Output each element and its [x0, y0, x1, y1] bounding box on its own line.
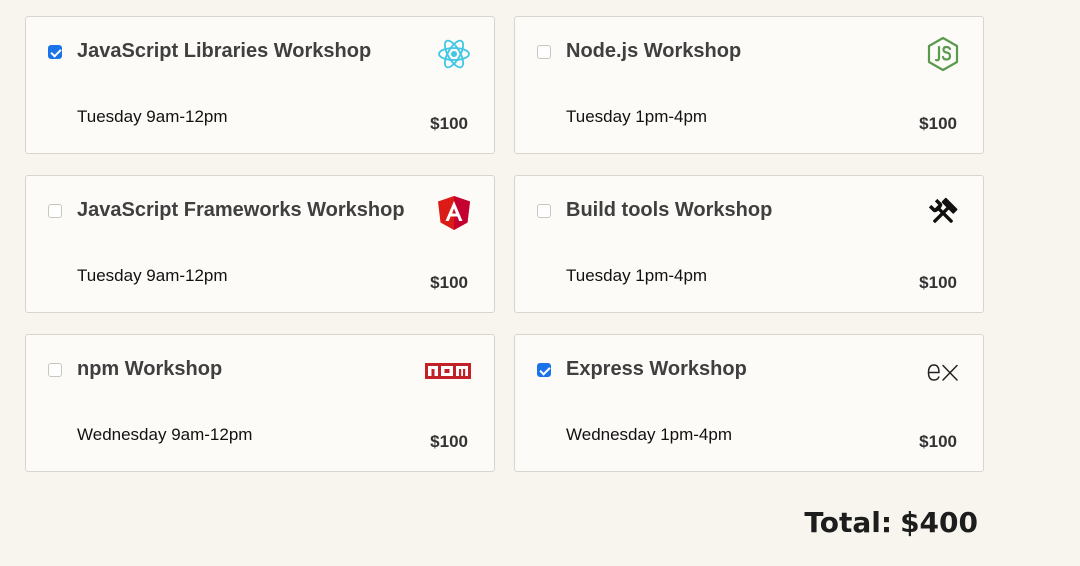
workshop-time: Tuesday 1pm-4pm — [566, 266, 708, 285]
react-icon — [436, 36, 472, 72]
workshop-checkbox[interactable] — [537, 204, 551, 218]
workshop-grid: JavaScript Libraries Workshop Tuesday 9a… — [25, 16, 984, 472]
workshop-price: $100 — [430, 273, 468, 292]
workshop-title: Express Workshop — [566, 358, 747, 380]
total-value: $400 — [900, 506, 978, 539]
workshop-card-npm[interactable]: npm Workshop Wednesday 9am-12pm $100 — [25, 334, 495, 472]
workshop-checkbox[interactable] — [48, 45, 62, 59]
workshop-price: $100 — [919, 114, 957, 133]
workshop-title: npm Workshop — [77, 358, 223, 380]
total-label: Total: — [804, 506, 893, 539]
workshop-title: JavaScript Libraries Workshop — [77, 40, 372, 62]
workshop-card-express[interactable]: Express Workshop Wednesday 1pm-4pm $100 — [514, 334, 984, 472]
workshop-card-nodejs[interactable]: Node.js Workshop Tuesday 1pm-4pm $100 — [514, 16, 984, 154]
workshop-title: JavaScript Frameworks Workshop — [77, 199, 405, 221]
workshop-card-javascript-libraries[interactable]: JavaScript Libraries Workshop Tuesday 9a… — [25, 16, 495, 154]
workshop-price: $100 — [430, 114, 468, 133]
nodejs-icon — [925, 36, 961, 72]
workshop-checkbox[interactable] — [48, 204, 62, 218]
workshop-title: Build tools Workshop — [566, 199, 773, 221]
workshop-time: Tuesday 9am-12pm — [77, 266, 228, 285]
workshop-price: $100 — [919, 432, 957, 451]
workshop-checkbox[interactable] — [537, 363, 551, 377]
workshop-price: $100 — [430, 432, 468, 451]
workshop-checkbox[interactable] — [537, 45, 551, 59]
workshop-card-build-tools[interactable]: Build tools Workshop Tuesday 1pm-4pm $10… — [514, 175, 984, 313]
workshop-title: Node.js Workshop — [566, 40, 742, 62]
hammer-wrench-icon — [925, 195, 961, 231]
express-icon — [925, 354, 961, 390]
angular-icon — [436, 195, 472, 231]
workshop-time: Wednesday 9am-12pm — [77, 425, 253, 444]
workshop-checkbox[interactable] — [48, 363, 62, 377]
workshop-price: $100 — [919, 273, 957, 292]
npm-icon — [424, 354, 472, 390]
workshop-time: Tuesday 1pm-4pm — [566, 107, 708, 126]
order-total: Total: $400 — [804, 506, 978, 539]
workshop-time: Wednesday 1pm-4pm — [566, 425, 732, 444]
workshop-card-javascript-frameworks[interactable]: JavaScript Frameworks Workshop Tuesday 9… — [25, 175, 495, 313]
workshop-time: Tuesday 9am-12pm — [77, 107, 228, 126]
